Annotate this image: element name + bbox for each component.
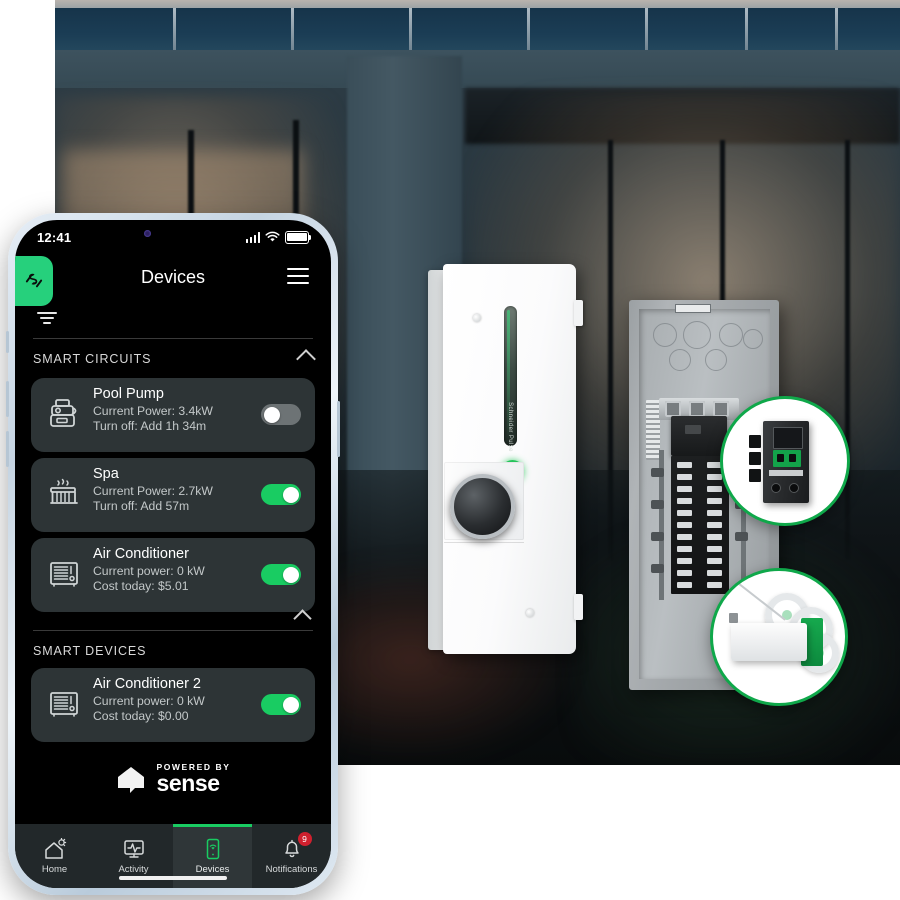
status-bar: 12:41 bbox=[15, 220, 331, 254]
filter-row bbox=[15, 304, 331, 338]
pulse-brand-text: Schneider Pulse bbox=[507, 402, 514, 452]
phone-volume-down-button[interactable] bbox=[6, 431, 9, 467]
phone-mockup: 12:41 Devices SMART CIRCUITS Pool Pump C… bbox=[6, 213, 340, 895]
tab-label: Notifications bbox=[265, 863, 318, 875]
phone-power-button[interactable] bbox=[337, 401, 340, 457]
section-collapse-handle[interactable] bbox=[293, 609, 312, 628]
air-conditioner-icon bbox=[45, 684, 85, 724]
phone-volume-up-button[interactable] bbox=[6, 381, 9, 417]
page-title: Devices bbox=[140, 267, 206, 287]
schneider-logo-icon[interactable] bbox=[15, 256, 53, 306]
device-card-pool-pump[interactable]: Pool Pump Current Power: 3.4kW Turn off:… bbox=[31, 378, 315, 452]
schneider-pulse-unit: Schneider Pulse bbox=[428, 264, 583, 656]
hamburger-menu-icon[interactable] bbox=[287, 268, 309, 285]
air-conditioner-icon bbox=[45, 554, 85, 594]
energy-meter-module-icon bbox=[749, 421, 809, 503]
device-line-2: Turn off: Add 57m bbox=[93, 499, 190, 513]
neutral-bar bbox=[646, 400, 660, 460]
pool-pump-icon bbox=[45, 394, 85, 434]
device-wifi-icon bbox=[201, 838, 225, 860]
divider bbox=[33, 338, 313, 339]
phone-screen: 12:41 Devices SMART CIRCUITS Pool Pump C… bbox=[15, 220, 331, 888]
status-time: 12:41 bbox=[37, 229, 72, 245]
notch bbox=[114, 220, 232, 247]
battery-full-icon bbox=[285, 230, 312, 244]
sense-wordmark: sense bbox=[156, 770, 220, 797]
tab-label: Home bbox=[41, 863, 68, 875]
callout-energy-meter bbox=[720, 396, 850, 526]
sense-house-icon bbox=[115, 763, 147, 795]
wifi-icon bbox=[265, 231, 280, 242]
solar-panel-array bbox=[55, 8, 900, 52]
monitor-pulse-icon bbox=[122, 838, 146, 860]
powered-by-sense-logo: POWERED BY sense bbox=[15, 760, 331, 798]
section-label: SMART DEVICES bbox=[33, 644, 147, 658]
device-line-2: Turn off: Add 1h 34m bbox=[93, 419, 207, 433]
device-line-1: Current Power: 3.4kW bbox=[93, 404, 213, 418]
device-card-air-conditioner-2[interactable]: Air Conditioner 2 Current power: 0 kW Co… bbox=[31, 668, 315, 742]
tab-label: Activity bbox=[118, 863, 149, 875]
app-header: Devices bbox=[15, 254, 331, 306]
main-breaker bbox=[671, 416, 727, 456]
breaker-bus bbox=[671, 456, 729, 594]
section-header-smart-devices[interactable]: SMART DEVICES bbox=[33, 638, 313, 664]
device-toggle-air-conditioner[interactable] bbox=[261, 564, 301, 585]
device-card-air-conditioner[interactable]: Air Conditioner Current power: 0 kW Cost… bbox=[31, 538, 315, 612]
phone-mute-switch[interactable] bbox=[6, 331, 9, 353]
pulse-screw bbox=[473, 314, 481, 322]
pulse-mount-tab bbox=[574, 594, 583, 620]
pulse-brand-label: Schneider Pulse bbox=[497, 397, 523, 457]
tab-home[interactable]: Home bbox=[15, 824, 94, 888]
spa-icon bbox=[45, 474, 85, 514]
device-toggle-spa[interactable] bbox=[261, 484, 301, 505]
device-toggle-pool-pump[interactable] bbox=[261, 404, 301, 425]
device-title: Air Conditioner bbox=[93, 546, 189, 562]
chevron-up-icon[interactable] bbox=[296, 349, 316, 369]
section-header-smart-circuits[interactable]: SMART CIRCUITS bbox=[33, 346, 316, 372]
pulse-dial bbox=[450, 474, 515, 539]
notification-badge: 9 bbox=[297, 831, 312, 846]
signal-bars-icon bbox=[245, 231, 260, 243]
bell-icon: 9 bbox=[280, 831, 312, 860]
antenna-icon bbox=[737, 581, 791, 625]
device-line-2: Cost today: $0.00 bbox=[93, 709, 189, 723]
home-indicator[interactable] bbox=[119, 876, 227, 880]
panel-label bbox=[675, 304, 711, 313]
device-line-1: Current Power: 2.7kW bbox=[93, 484, 213, 498]
roof-fascia bbox=[55, 50, 900, 92]
wireless-relay-module-icon bbox=[731, 623, 807, 661]
tab-label: Devices bbox=[195, 863, 230, 875]
callout-wireless-relay bbox=[710, 568, 848, 706]
tab-notifications[interactable]: 9 Notifications bbox=[252, 824, 331, 888]
device-line-2: Cost today: $5.01 bbox=[93, 579, 189, 593]
divider bbox=[33, 630, 313, 631]
device-title: Pool Pump bbox=[93, 386, 164, 402]
device-line-1: Current power: 0 kW bbox=[93, 694, 205, 708]
device-toggle-air-conditioner-2[interactable] bbox=[261, 694, 301, 715]
device-title: Spa bbox=[93, 466, 119, 482]
device-title: Air Conditioner 2 bbox=[93, 676, 201, 692]
pulse-seam bbox=[444, 542, 524, 543]
filter-icon[interactable] bbox=[37, 312, 57, 326]
device-line-1: Current power: 0 kW bbox=[93, 564, 205, 578]
home-sun-icon bbox=[43, 837, 67, 860]
pulse-mount-tab bbox=[574, 300, 583, 326]
front-camera-icon bbox=[144, 230, 151, 237]
device-card-spa[interactable]: Spa Current Power: 2.7kW Turn off: Add 5… bbox=[31, 458, 315, 532]
section-label: SMART CIRCUITS bbox=[33, 352, 152, 366]
pulse-screw bbox=[526, 609, 534, 617]
